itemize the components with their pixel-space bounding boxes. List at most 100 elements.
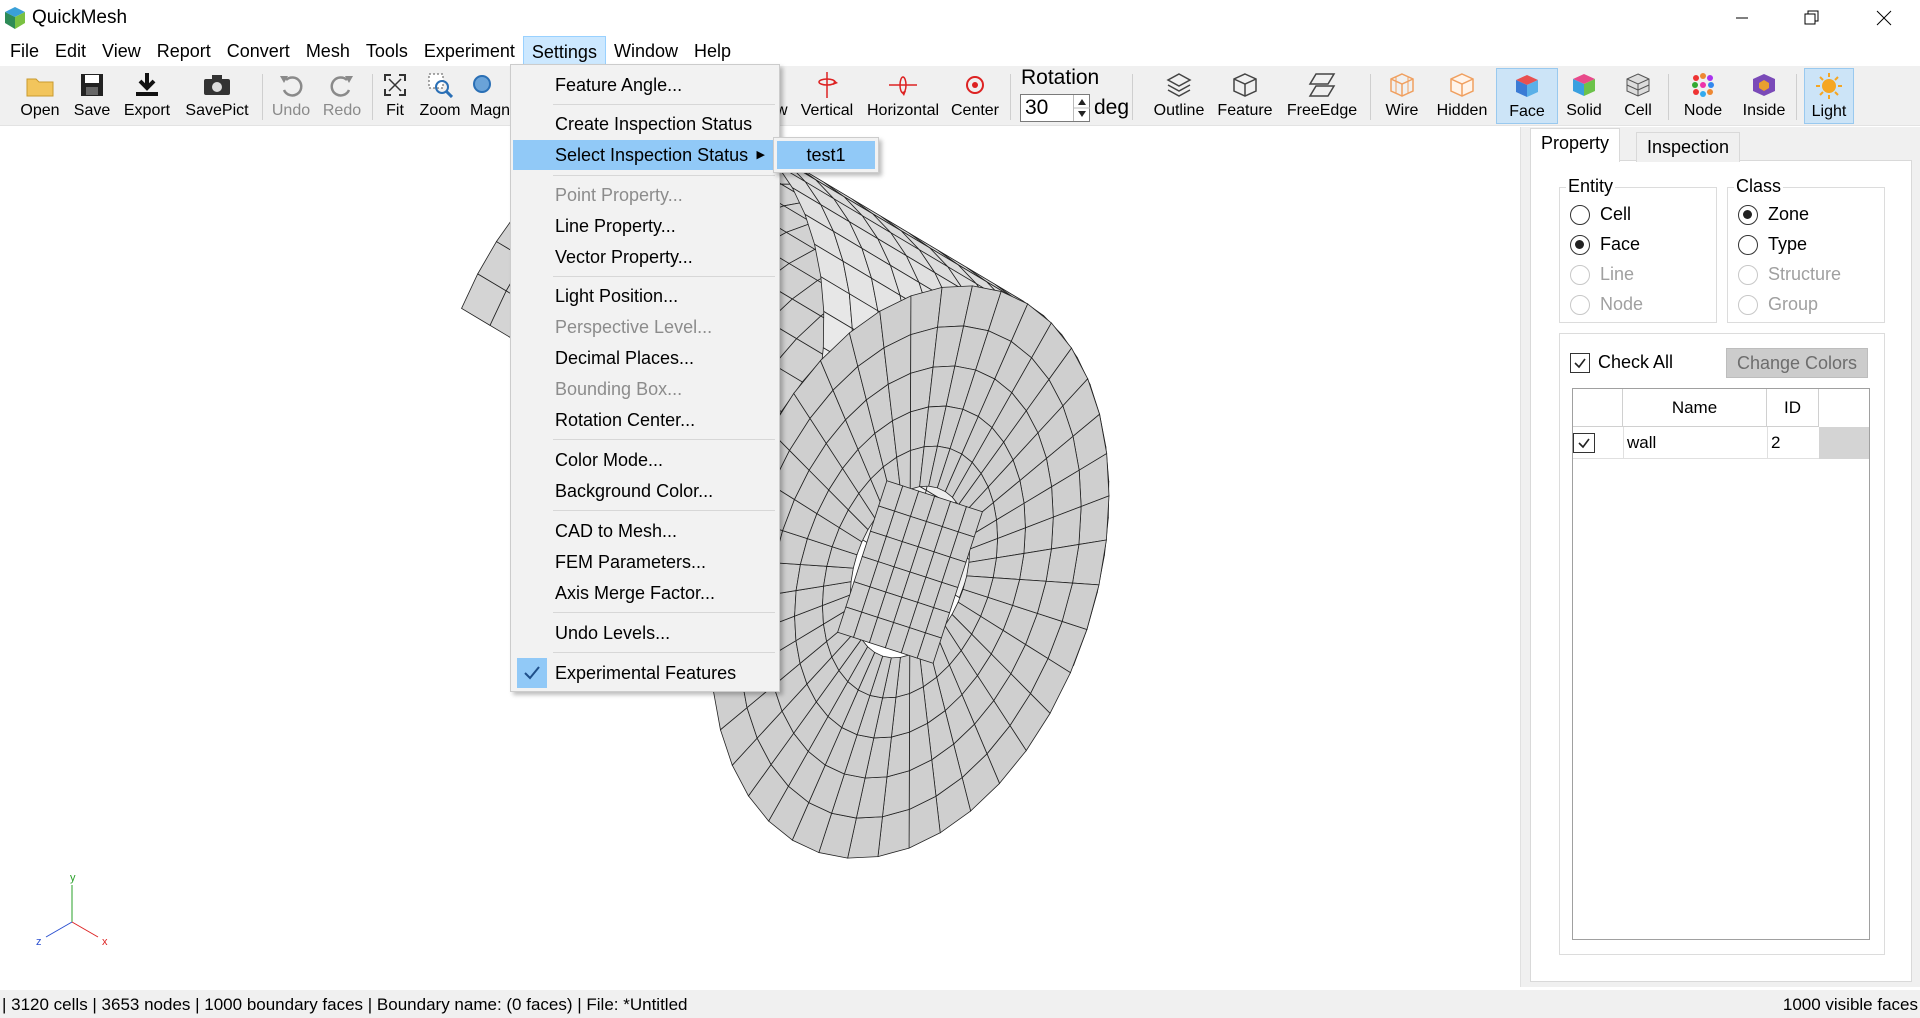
radio-button-icon xyxy=(1570,204,1590,225)
menu-item-background-color[interactable]: Background Color... xyxy=(513,476,777,506)
rotation-value: 30 xyxy=(1025,96,1049,119)
menu-convert[interactable]: Convert xyxy=(219,36,298,66)
property-tab-content: Entity Cell Face Line Node Class Zone Ty… xyxy=(1530,160,1912,982)
menu-view[interactable]: View xyxy=(94,36,149,66)
outline-button[interactable]: Outline xyxy=(1152,68,1206,124)
checkbox-checked-icon xyxy=(1570,352,1590,373)
title-bar: QuickMesh xyxy=(0,0,1920,36)
radio-button-icon xyxy=(1738,294,1758,315)
menu-file[interactable]: File xyxy=(2,36,47,66)
minimize-button[interactable] xyxy=(1706,0,1778,36)
status-right-text: 1000 visible faces xyxy=(1782,995,1918,1014)
entity-radio-node[interactable]: Node xyxy=(1570,294,1643,315)
class-radio-type[interactable]: Type xyxy=(1738,234,1807,255)
class-radio-zone[interactable]: Zone xyxy=(1738,204,1809,225)
menu-report[interactable]: Report xyxy=(149,36,219,66)
download-icon xyxy=(134,68,160,102)
menu-item-line-property[interactable]: Line Property... xyxy=(513,211,777,241)
center-button[interactable]: Center xyxy=(950,68,1000,124)
toolbar-separator xyxy=(1668,74,1669,120)
magnify-icon xyxy=(470,68,496,102)
undo-button[interactable]: Undo xyxy=(272,68,310,124)
hidden-button[interactable]: Hidden xyxy=(1434,68,1490,124)
menu-item-cad-to-mesh[interactable]: CAD to Mesh... xyxy=(513,516,777,546)
vertical-button[interactable]: Vertical xyxy=(798,68,856,124)
export-button[interactable]: Export xyxy=(122,68,172,124)
restore-button[interactable] xyxy=(1776,0,1848,36)
menu-item-point-property[interactable]: Point Property... xyxy=(513,180,777,210)
change-colors-button[interactable]: Change Colors xyxy=(1726,348,1868,378)
table-header-name[interactable]: Name xyxy=(1623,389,1767,427)
menu-item-rotation-center[interactable]: Rotation Center... xyxy=(513,405,777,435)
sun-icon xyxy=(1815,69,1843,103)
menu-item-axis-merge-factor[interactable]: Axis Merge Factor... xyxy=(513,578,777,608)
undo-icon xyxy=(278,68,304,102)
node-button[interactable]: Node xyxy=(1680,68,1726,124)
menu-settings[interactable]: Settings xyxy=(522,36,606,66)
row-checkbox-checked-icon[interactable] xyxy=(1573,433,1595,453)
menu-tools[interactable]: Tools xyxy=(358,36,416,66)
menu-item-bounding-box[interactable]: Bounding Box... xyxy=(513,374,777,404)
rotation-input[interactable]: 30 xyxy=(1020,94,1090,122)
table-row[interactable]: wall 2 xyxy=(1573,427,1869,459)
inside-hex-icon xyxy=(1751,68,1777,102)
node-points-icon xyxy=(1690,68,1716,102)
savepict-button[interactable]: SavePict xyxy=(184,68,250,124)
freeedge-button[interactable]: FreeEdge xyxy=(1284,68,1360,124)
menu-item-create-inspection-status[interactable]: Create Inspection Status xyxy=(513,109,777,139)
entity-radio-cell[interactable]: Cell xyxy=(1570,204,1631,225)
class-radio-group[interactable]: Group xyxy=(1738,294,1818,315)
menu-item-decimal-places[interactable]: Decimal Places... xyxy=(513,343,777,373)
feature-button[interactable]: Feature xyxy=(1216,68,1274,124)
rotation-spinner[interactable] xyxy=(1073,95,1090,121)
light-button[interactable]: Light xyxy=(1804,68,1854,124)
toolbar-separator xyxy=(1370,74,1371,120)
entity-radio-face[interactable]: Face xyxy=(1570,234,1640,255)
menu-item-select-inspection-status[interactable]: Select Inspection Status ▶ xyxy=(513,140,777,170)
row-color-swatch[interactable] xyxy=(1819,427,1869,459)
open-button[interactable]: Open xyxy=(18,68,62,124)
horizontal-button[interactable]: Horizontal xyxy=(866,68,940,124)
menu-edit[interactable]: Edit xyxy=(47,36,94,66)
menu-item-undo-levels[interactable]: Undo Levels... xyxy=(513,618,777,648)
menu-item-fem-parameters[interactable]: FEM Parameters... xyxy=(513,547,777,577)
zoom-button[interactable]: Zoom xyxy=(418,68,462,124)
face-button[interactable]: Face xyxy=(1496,68,1558,124)
menu-experiment[interactable]: Experiment xyxy=(416,36,523,66)
row-id: 2 xyxy=(1771,433,1781,452)
entity-radio-line[interactable]: Line xyxy=(1570,264,1634,285)
status-bar: | 3120 cells | 3653 nodes | 1000 boundar… xyxy=(0,990,1920,1018)
rotation-unit: deg xyxy=(1094,96,1130,119)
fit-button[interactable]: Fit xyxy=(380,68,410,124)
check-all-checkbox[interactable]: Check All xyxy=(1570,352,1673,373)
rotation-label: Rotation xyxy=(1021,66,1100,89)
toolbar-separator xyxy=(372,74,373,120)
menu-item-color-mode[interactable]: Color Mode... xyxy=(513,445,777,475)
wire-cube-icon xyxy=(1389,68,1415,102)
tab-property[interactable]: Property xyxy=(1530,128,1621,162)
inside-button[interactable]: Inside xyxy=(1740,68,1788,124)
cell-button[interactable]: Cell xyxy=(1618,68,1658,124)
menu-help[interactable]: Help xyxy=(686,36,739,66)
menu-item-experimental-features[interactable]: Experimental Features xyxy=(513,658,777,688)
magnify-button[interactable]: Magn xyxy=(470,68,510,124)
save-button[interactable]: Save xyxy=(72,68,112,124)
menu-item-light-position[interactable]: Light Position... xyxy=(513,281,777,311)
wire-button[interactable]: Wire xyxy=(1382,68,1422,124)
close-button[interactable] xyxy=(1848,0,1920,36)
submenu-item-test1[interactable]: test1 xyxy=(777,141,875,169)
menu-mesh[interactable]: Mesh xyxy=(298,36,358,66)
table-header-id[interactable]: ID xyxy=(1767,389,1819,427)
redo-button[interactable]: Redo xyxy=(322,68,362,124)
menu-window[interactable]: Window xyxy=(606,36,686,66)
menu-item-feature-angle[interactable]: Feature Angle... xyxy=(513,70,777,100)
tab-inspection[interactable]: Inspection xyxy=(1636,132,1741,162)
row-name: wall xyxy=(1627,433,1657,452)
menu-item-perspective-level[interactable]: Perspective Level... xyxy=(513,312,777,342)
menu-item-vector-property[interactable]: Vector Property... xyxy=(513,242,777,272)
entity-group: Entity Cell Face Line Node xyxy=(1559,176,1717,323)
toolbar-separator xyxy=(262,74,263,120)
settings-dropdown-menu: Feature Angle... Create Inspection Statu… xyxy=(510,64,780,692)
class-radio-structure[interactable]: Structure xyxy=(1738,264,1841,285)
solid-button[interactable]: Solid xyxy=(1562,68,1606,124)
